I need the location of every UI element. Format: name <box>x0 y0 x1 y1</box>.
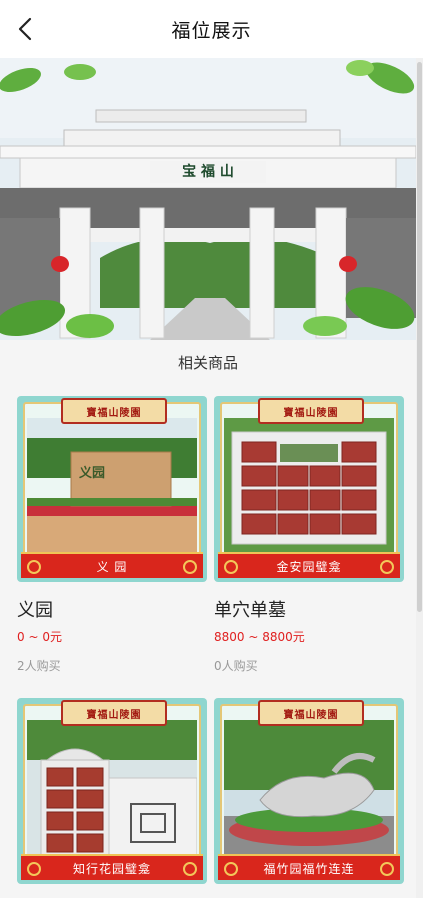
top-nav-bar: 福位展示 <box>0 0 423 58</box>
scrollbar-thumb[interactable] <box>417 62 422 612</box>
product-ribbon: 福竹园福竹连连 <box>218 854 400 880</box>
product-price: 8800 ~ 8800元 <box>214 630 305 644</box>
product-sold-count: 0人购买 <box>214 659 258 673</box>
cemetery-gate-banner: 宝 福 山 <box>0 58 416 340</box>
product-price: 0 ~ 0元 <box>17 630 62 644</box>
product-ribbon: 金安园璧龛 <box>218 552 400 578</box>
product-ribbon: 知行花园璧龛 <box>21 854 203 880</box>
product-sold-count: 2人购买 <box>17 659 61 673</box>
gate-illustration <box>0 58 416 340</box>
brand-plaque: 寶福山陵園 <box>258 398 364 424</box>
product-card-yiyuan[interactable]: 义园 寶福山陵園 义 园 <box>17 396 207 582</box>
brand-plaque: 寶福山陵園 <box>61 398 167 424</box>
product-photo <box>224 720 394 856</box>
page-title: 福位展示 <box>171 19 252 42</box>
product-card-jinan[interactable]: 寶福山陵園 金安园璧龛 <box>214 396 404 582</box>
brand-plaque: 寶福山陵園 <box>258 700 364 726</box>
stone-inscription: 义园 <box>79 466 106 481</box>
product-photo: 义园 <box>27 418 197 554</box>
product-photo <box>224 418 394 554</box>
product-photo <box>27 720 197 856</box>
product-card-fuzhu[interactable]: 寶福山陵園 福竹园福竹连连 <box>214 698 404 884</box>
gate-sign: 宝 福 山 <box>150 161 266 183</box>
related-products-heading: 相关商品 <box>177 354 238 372</box>
product-ribbon: 义 园 <box>21 552 203 578</box>
product-name[interactable]: 单穴单墓 <box>214 596 286 622</box>
back-arrow-icon[interactable] <box>12 14 40 44</box>
product-name[interactable]: 义园 <box>17 596 53 622</box>
brand-plaque: 寶福山陵園 <box>61 700 167 726</box>
product-card-zhixing[interactable]: 寶福山陵園 知行花园璧龛 <box>17 698 207 884</box>
